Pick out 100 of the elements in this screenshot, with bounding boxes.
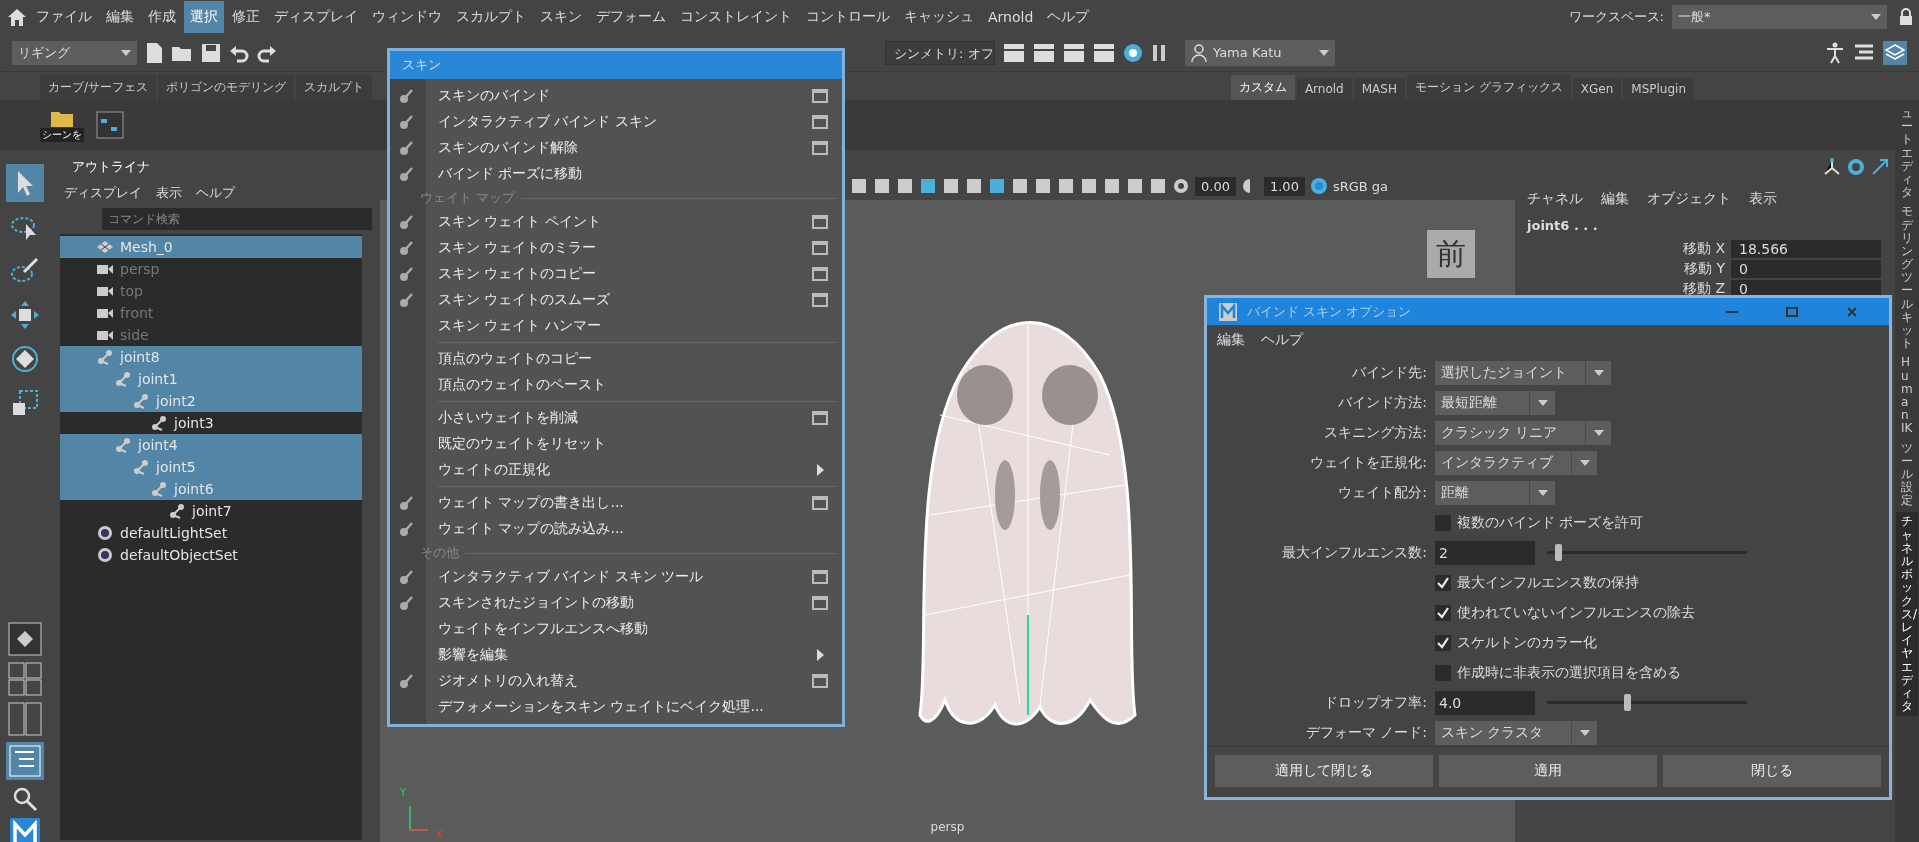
menu-item[interactable]: スキン ウェイト ペイント	[390, 209, 836, 235]
menu-item[interactable]: デフォメーションをスキン ウェイトにベイク処理...	[390, 694, 836, 720]
option-box-icon[interactable]	[812, 215, 828, 229]
outliner-item[interactable]: defaultObjectSet	[60, 544, 362, 566]
side-tab[interactable]: ュートエディタ	[1901, 106, 1913, 201]
exposure-field[interactable]: 0.00	[1195, 176, 1236, 196]
clapboard-icon[interactable]	[1063, 42, 1085, 63]
shelf-button[interactable]: シーンを	[40, 108, 84, 142]
layers-icon[interactable]	[1883, 40, 1907, 65]
menu-item[interactable]: スキン ウェイトのコピー	[390, 261, 836, 287]
menu-item[interactable]: ジオメトリの入れ替え	[390, 668, 836, 694]
menu-item[interactable]: コントロール	[800, 1, 896, 33]
view-option-icon[interactable]	[965, 177, 983, 195]
shelf-tab[interactable]: XGen	[1572, 78, 1622, 100]
slider-thumb[interactable]	[1624, 694, 1632, 711]
option-dropdown[interactable]: 最短距離	[1435, 390, 1555, 415]
option-box-icon[interactable]	[812, 293, 828, 307]
home-icon[interactable]	[6, 7, 28, 27]
menu-item[interactable]: コンストレイント	[674, 1, 798, 33]
shelf-tab[interactable]: MSPlugin	[1623, 78, 1694, 100]
option-box-icon[interactable]	[812, 570, 828, 584]
option-dropdown[interactable]: 距離	[1435, 480, 1555, 505]
channel-box-menu[interactable]: 編集	[1601, 190, 1629, 208]
checkbox[interactable]	[1435, 574, 1451, 591]
view-option-icon[interactable]	[1103, 177, 1121, 195]
clapboard-icon[interactable]	[1003, 42, 1025, 63]
outliner-item[interactable]: joint7	[60, 500, 362, 522]
command-search-field[interactable]: コマンド検索	[102, 208, 372, 230]
view-option-icon[interactable]	[988, 177, 1006, 195]
menu-item[interactable]: ディスプレイ	[268, 1, 364, 33]
view-option-icon[interactable]	[1034, 177, 1052, 195]
figure-icon[interactable]	[1825, 41, 1845, 64]
menu-item[interactable]: バインド ポーズに移動	[390, 161, 836, 187]
outliner-menu[interactable]: ディスプレイ	[64, 184, 142, 202]
shelf-tab[interactable]: スカルプト	[296, 75, 373, 100]
option-dropdown[interactable]: インタラクティブ	[1435, 450, 1597, 475]
option-box-icon[interactable]	[812, 141, 828, 155]
new-file-icon[interactable]	[145, 41, 163, 64]
dialog-button[interactable]: 閉じる	[1663, 755, 1881, 787]
option-checkbox[interactable]: 複数のバインド ポーズを許可	[1435, 513, 1644, 532]
view-option-icon[interactable]	[942, 177, 960, 195]
option-box-icon[interactable]	[812, 596, 828, 610]
checkbox[interactable]	[1435, 604, 1451, 621]
view-option-icon[interactable]	[873, 177, 891, 195]
dialog-button[interactable]: 適用	[1439, 755, 1657, 787]
menu-item[interactable]: スキンのバインド解除	[390, 135, 836, 161]
shelf-tab[interactable]: カスタム	[1230, 75, 1295, 100]
view-option-icon[interactable]	[1080, 177, 1098, 195]
view-option-icon[interactable]	[1011, 177, 1029, 195]
lock-icon[interactable]	[1899, 8, 1913, 26]
menu-item[interactable]: ヘルプ	[1041, 1, 1096, 33]
checkbox[interactable]	[1435, 514, 1451, 531]
option-checkbox[interactable]: 作成時に非表示の選択項目を含める	[1435, 663, 1681, 682]
list-icon[interactable]	[1853, 42, 1875, 63]
menu-item[interactable]: スキンのバインド	[390, 83, 836, 109]
menu-item[interactable]: 影響を編集	[390, 642, 836, 668]
menu-item[interactable]: 作成	[142, 1, 182, 33]
view-option-icon[interactable]	[1126, 177, 1144, 195]
menu-item[interactable]: スキン	[534, 1, 588, 33]
value-field[interactable]: 2	[1435, 540, 1535, 565]
menu-item[interactable]: 頂点のウェイトのコピー	[390, 346, 836, 372]
select-tool-button[interactable]	[6, 164, 44, 202]
view-cube[interactable]: 前	[1427, 230, 1475, 278]
menu-item[interactable]: キャッシュ	[898, 1, 980, 33]
channel-box-menu[interactable]: チャネル	[1527, 190, 1583, 208]
user-dropdown[interactable]: Yama Katu	[1185, 39, 1335, 66]
gamma-field[interactable]: 1.00	[1263, 176, 1305, 196]
option-box-icon[interactable]	[812, 89, 828, 103]
view-option-icon[interactable]	[850, 177, 868, 195]
arrow-icon[interactable]	[1871, 158, 1889, 176]
menu-item[interactable]: スカルプト	[450, 1, 532, 33]
dialog-menu[interactable]: 編集	[1217, 331, 1245, 349]
menu-item[interactable]: スキンされたジョイントの移動	[390, 590, 836, 616]
clapboard-icon[interactable]	[1033, 42, 1055, 63]
single-layout-icon[interactable]	[8, 622, 42, 656]
side-tab[interactable]: モデリングツールキット	[1901, 204, 1913, 352]
shelf-tab[interactable]: ポリゴンのモデリング	[158, 75, 295, 100]
axes-icon[interactable]	[1823, 158, 1841, 176]
menu-item[interactable]: 編集	[100, 1, 140, 33]
refresh-icon[interactable]	[1847, 158, 1865, 176]
slider-thumb[interactable]	[1554, 544, 1562, 561]
clapboard-icon[interactable]	[1093, 42, 1115, 63]
menu-item[interactable]: スキン ウェイトのミラー	[390, 235, 836, 261]
search-icon[interactable]	[12, 786, 38, 812]
menu-item[interactable]: ファイル	[30, 1, 98, 33]
pause-icon[interactable]	[1151, 43, 1167, 62]
menu-item[interactable]: スキン ウェイトのスムーズ	[390, 287, 836, 313]
view-option-icon[interactable]	[896, 177, 914, 195]
menu-item[interactable]: 頂点のウェイトのペースト	[390, 372, 836, 398]
checkbox[interactable]	[1435, 634, 1451, 651]
shelf-tab[interactable]: MASH	[1353, 78, 1405, 100]
channel-box-menu[interactable]: 表示	[1749, 190, 1777, 208]
side-tab[interactable]: Human IK	[1901, 355, 1913, 437]
menu-item[interactable]: ウィンドウ	[366, 1, 448, 33]
mode-dropdown[interactable]: リギング	[12, 40, 137, 65]
option-box-icon[interactable]	[812, 241, 828, 255]
toggle-icon[interactable]	[1309, 177, 1328, 195]
attribute-value-field[interactable]: 0	[1731, 260, 1881, 278]
outliner-item[interactable]: defaultLightSet	[60, 522, 362, 544]
dialog-menu[interactable]: ヘルプ	[1261, 331, 1303, 349]
